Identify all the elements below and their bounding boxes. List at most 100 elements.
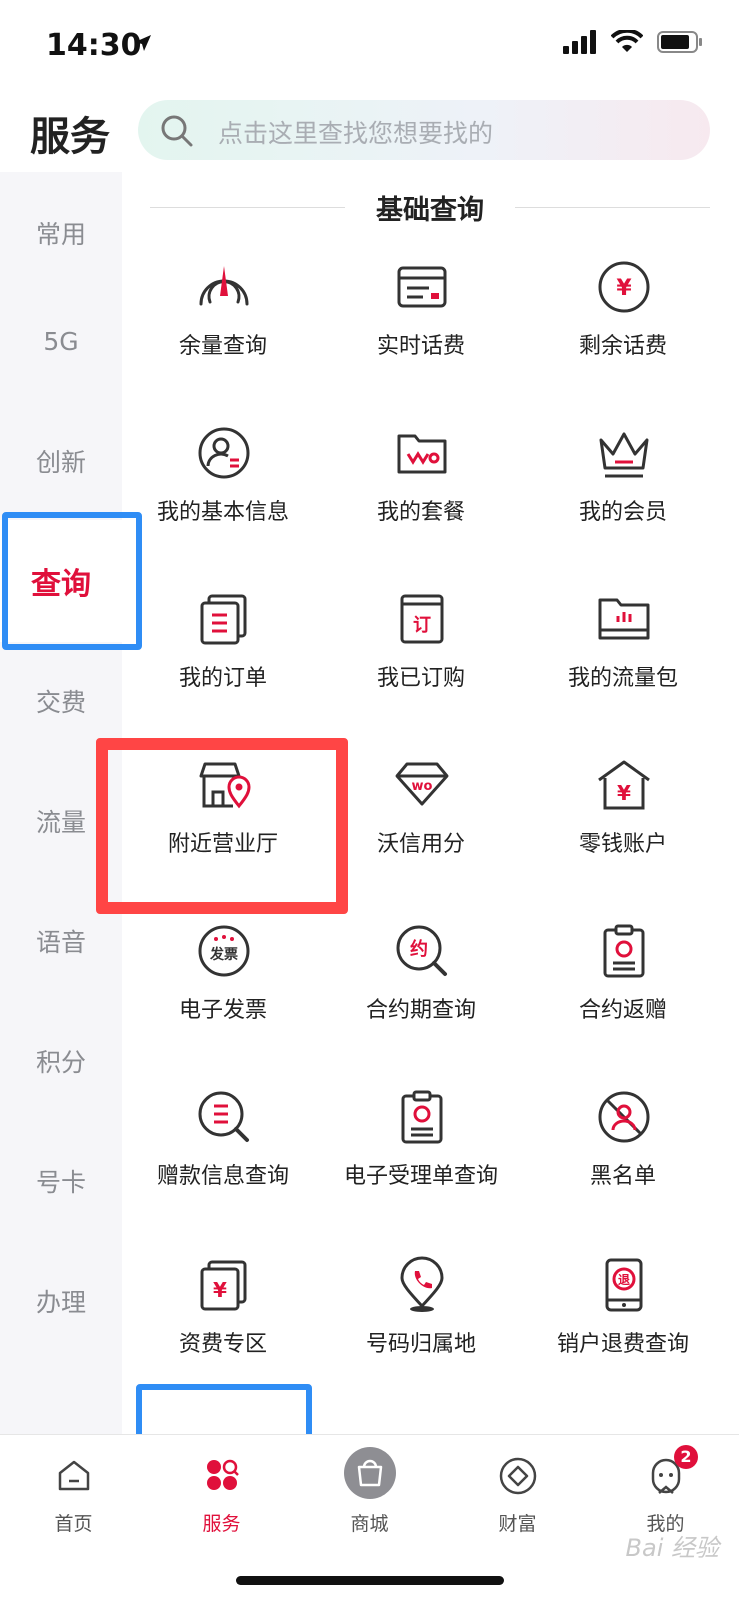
data-pack-icon	[598, 598, 650, 640]
diamond-wo-icon: wo	[395, 762, 449, 806]
grid-item-label: 号码归属地	[365, 1332, 476, 1357]
sidebar-item-sim[interactable]: 号卡	[0, 1120, 122, 1242]
grid-item-realtime-bill[interactable]: 实时话费	[318, 258, 524, 408]
tab-wealth[interactable]: 财富	[444, 1435, 591, 1545]
grid-item-contract-query[interactable]: 约 合约期查询	[318, 922, 524, 1072]
home-icon	[58, 1460, 89, 1491]
signal-icon	[563, 30, 596, 54]
e-receipt-icon	[401, 1090, 443, 1144]
sidebar-item-handle[interactable]: 办理	[0, 1240, 122, 1362]
grid-item-subscribed[interactable]: 订 我已订购	[318, 590, 524, 740]
svg-text:约: 约	[410, 938, 428, 960]
grid-item-e-receipt-query[interactable]: 电子受理单查询	[318, 1088, 524, 1238]
search-bar[interactable]: 点击这里查找您想要找的	[138, 100, 710, 160]
house-yuan-icon: ¥	[598, 760, 650, 810]
status-time: 14:30	[46, 28, 142, 63]
blacklist-icon	[598, 1091, 650, 1143]
grid-item-remaining-bill[interactable]: ¥ 剩余话费	[520, 258, 726, 408]
tariff-icon: ¥	[200, 1260, 247, 1311]
grid-item-label: 我的会员	[578, 500, 667, 525]
annotation-box-sidebar-query	[2, 512, 142, 650]
grid-item-grant-query[interactable]: 赠款信息查询	[120, 1088, 326, 1238]
wifi-icon	[611, 30, 643, 52]
grid-item-my-membership[interactable]: 我的会员	[520, 424, 726, 574]
notification-badge: 2	[674, 1445, 698, 1469]
svg-text:wo: wo	[412, 779, 433, 794]
grid-item-my-data-pack[interactable]: 我的流量包	[520, 590, 726, 740]
grid-item-label: 剩余话费	[578, 334, 667, 359]
status-bar: 14:30	[0, 0, 739, 90]
grid-item-basic-info[interactable]: 我的基本信息	[120, 424, 326, 574]
grid-item-label: 电子发票	[178, 998, 267, 1023]
sidebar-item-innovation[interactable]: 创新	[0, 400, 122, 522]
shopping-bag-icon	[343, 1447, 396, 1499]
subscribed-icon: 订	[400, 594, 444, 644]
gauge-icon	[199, 266, 249, 306]
grid-item-label: 零钱账户	[578, 832, 667, 857]
section-divider-right	[515, 207, 710, 208]
yuan-circle-icon: ¥	[598, 261, 650, 313]
tab-mall[interactable]: 商城	[296, 1435, 443, 1545]
tab-home[interactable]: 首页	[0, 1435, 147, 1545]
svg-text:订: 订	[413, 615, 431, 636]
phone-location-icon	[400, 1256, 444, 1312]
section-title: 基础查询	[376, 195, 484, 226]
grid-item-label: 销户退费查询	[556, 1332, 689, 1357]
svg-text:¥: ¥	[617, 781, 631, 805]
grid-item-balance-query[interactable]: 余量查询	[120, 258, 326, 408]
annotation-box-nearby-store	[96, 738, 348, 914]
grant-search-icon	[198, 1091, 249, 1142]
svg-text:发票: 发票	[209, 946, 238, 963]
grid-item-wo-credit[interactable]: wo 沃信用分	[318, 756, 524, 906]
grid-item-refund-query[interactable]: 退 销户退费查询	[520, 1256, 726, 1406]
grid-item-change-account[interactable]: ¥ 零钱账户	[520, 756, 726, 906]
svg-text:¥: ¥	[616, 276, 632, 301]
grid-item-label: 我的套餐	[376, 500, 465, 525]
page-title: 服务	[30, 114, 110, 160]
grid-item-number-location[interactable]: 号码归属地	[318, 1256, 524, 1406]
tab-label: 财富	[498, 1513, 537, 1535]
grid-item-label: 合约期查询	[365, 998, 476, 1023]
grid-item-label: 黑名单	[589, 1164, 656, 1189]
svg-text:退: 退	[618, 1273, 630, 1287]
grid-item-label: 我的流量包	[567, 666, 678, 691]
grid-item-blacklist[interactable]: 黑名单	[520, 1088, 726, 1238]
sidebar-item-common[interactable]: 常用	[0, 172, 122, 294]
sidebar-item-5g[interactable]: 5G	[0, 280, 122, 402]
grid-item-my-package[interactable]: 我的套餐	[318, 424, 524, 574]
tab-service[interactable]: 服务	[148, 1435, 295, 1545]
section-divider-left	[150, 207, 345, 208]
grid-item-label: 余量查询	[178, 334, 267, 359]
crown-icon	[599, 432, 649, 478]
grid-item-label: 电子受理单查询	[343, 1164, 498, 1189]
user-info-icon	[198, 427, 250, 479]
grid-item-label: 我已订购	[376, 666, 465, 691]
grid-item-label: 合约返赠	[578, 998, 667, 1023]
invoice-icon: 发票	[198, 925, 250, 977]
grid-item-label: 我的基本信息	[156, 500, 289, 525]
refund-icon: 退	[605, 1258, 643, 1312]
battery-icon	[657, 31, 702, 53]
tab-label: 首页	[54, 1513, 93, 1535]
grid-item-contract-gift[interactable]: 合约返赠	[520, 922, 726, 1072]
bill-icon	[397, 266, 447, 308]
sidebar-item-points[interactable]: 积分	[0, 1000, 122, 1122]
grid-item-my-orders[interactable]: 我的订单	[120, 590, 326, 740]
tab-label: 服务	[202, 1513, 241, 1535]
grid-item-label: 赠款信息查询	[156, 1164, 289, 1189]
watermark: Bai 经验	[625, 1534, 719, 1562]
svg-text:¥: ¥	[213, 1278, 227, 1302]
service-icon	[206, 1459, 239, 1490]
grid-item-label: 实时话费	[376, 334, 465, 359]
grid-item-label: 资费专区	[178, 1332, 267, 1357]
contract-search-icon: 约	[396, 925, 447, 976]
order-list-icon	[200, 594, 247, 645]
folder-wo-icon	[397, 434, 447, 474]
tab-label: 商城	[350, 1513, 389, 1535]
wealth-icon	[499, 1457, 536, 1495]
contract-gift-icon	[603, 924, 645, 978]
search-placeholder: 点击这里查找您想要找的	[218, 119, 494, 148]
grid-item-e-invoice[interactable]: 发票 电子发票	[120, 922, 326, 1072]
status-icons	[563, 30, 703, 54]
home-indicator[interactable]	[236, 1576, 504, 1585]
